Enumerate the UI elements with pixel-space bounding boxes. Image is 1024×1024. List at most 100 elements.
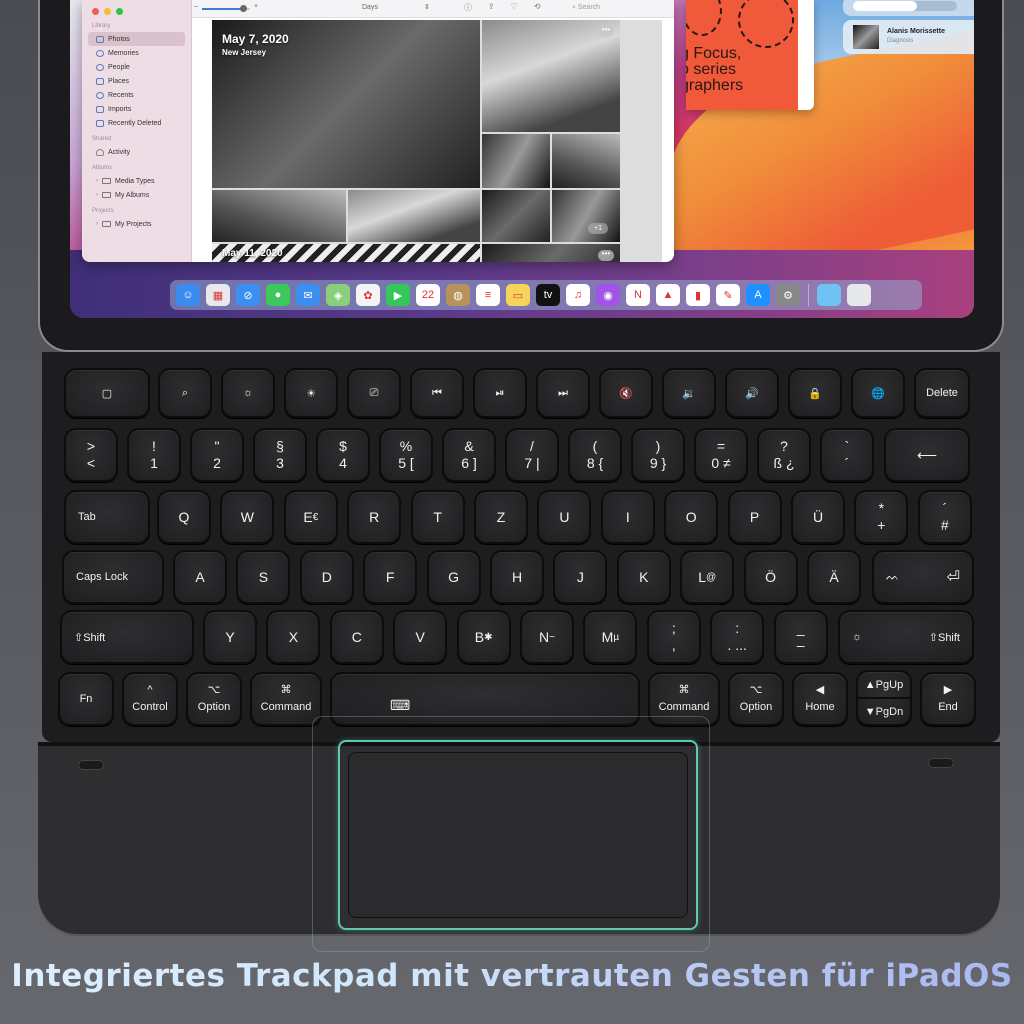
trash-dock-icon[interactable] — [847, 284, 871, 306]
key-num-13[interactable]: ⟵ — [884, 428, 970, 482]
extra-count-badge[interactable]: +1 — [588, 223, 608, 234]
downloads-folder-dock-icon[interactable] — [817, 284, 841, 306]
key-y-1[interactable]: Y — [203, 610, 257, 664]
trackpad[interactable] — [348, 752, 688, 918]
podcasts-dock-icon[interactable]: ◉ — [596, 284, 620, 306]
key-y-7[interactable]: Mµ — [583, 610, 638, 664]
key-home[interactable]: ◀ Home — [792, 672, 848, 726]
heart-icon[interactable]: ♡ — [511, 2, 518, 13]
calendar-dock-icon[interactable]: 22 — [416, 284, 440, 306]
news-dock-icon[interactable]: N — [626, 284, 650, 306]
key-q-9[interactable]: O — [664, 490, 719, 544]
key-screenshot[interactable]: ⎚ — [347, 368, 401, 418]
facetime-dock-icon[interactable]: ▶ — [386, 284, 410, 306]
photo-tile[interactable] — [348, 190, 480, 242]
key-num-12[interactable]: ` ´ — [820, 428, 874, 482]
key-control-left[interactable]: ^ Control — [122, 672, 178, 726]
key-num-2[interactable]: " 2 — [190, 428, 244, 482]
key-search[interactable]: ⌕ — [158, 368, 212, 418]
numbers-dock-icon[interactable]: ▮ — [686, 284, 710, 306]
key-y-3[interactable]: C — [329, 610, 384, 664]
key-num-5[interactable]: % 5 [ — [379, 428, 433, 482]
photo-tile[interactable]: May 11, 2020 New York — [212, 244, 480, 262]
key-y-6[interactable]: N ~ — [520, 610, 574, 664]
album-art[interactable] — [853, 25, 879, 49]
key-q-2[interactable]: W — [220, 490, 275, 544]
search-input[interactable]: ⌕ Search — [572, 4, 642, 15]
key-q-0[interactable]: Tab — [64, 490, 150, 544]
key-y-8[interactable]: ;, — [646, 610, 701, 664]
sidebar-item-activity[interactable]: Activity — [88, 145, 185, 159]
key-play-pause[interactable]: ⏯ — [473, 368, 527, 418]
key-a-11[interactable]: Ä — [807, 550, 861, 604]
rotate-icon[interactable]: ⟲ — [534, 2, 541, 13]
zoom-in-button[interactable]: + — [254, 3, 258, 10]
key-y-10[interactable]: _ – — [773, 610, 828, 664]
key-num-1[interactable]: ! 1 — [127, 428, 181, 482]
key-lock[interactable]: 🔒 — [788, 368, 842, 418]
key-pgup[interactable]: ▲PgUp — [858, 672, 910, 697]
close-button[interactable] — [92, 8, 99, 15]
key-pgup-pgdn[interactable]: ▲PgUp ▼PgDn — [856, 670, 912, 726]
key-command-left[interactable]: ⌘ Command — [250, 672, 322, 726]
key-a-7[interactable]: J — [553, 550, 608, 604]
key-y-9[interactable]: :. ... — [710, 610, 765, 664]
mail-dock-icon[interactable]: ✉ — [296, 284, 320, 306]
key-num-6[interactable]: & 6 ] — [442, 428, 496, 482]
volume-slider[interactable] — [843, 0, 974, 16]
photo-tile[interactable] — [482, 134, 550, 188]
key-q-13[interactable]: ´ # — [917, 490, 972, 544]
key-volume-down[interactable]: 🔉 — [662, 368, 716, 418]
chevron-right-icon[interactable]: › — [96, 178, 98, 184]
app-store-dock-icon[interactable]: A — [746, 284, 770, 306]
zoom-button[interactable] — [116, 8, 123, 15]
key-a-3[interactable]: D — [299, 550, 354, 604]
key-num-9[interactable]: ) 9 } — [631, 428, 685, 482]
key-q-4[interactable]: R — [347, 490, 402, 544]
key-pgdn[interactable]: ▼PgDn — [858, 697, 910, 724]
key-num-8[interactable]: (8 { — [568, 428, 622, 482]
sidebar-item-recents[interactable]: Recents — [88, 88, 185, 102]
maps-dock-icon[interactable]: ◈ — [326, 284, 350, 306]
finder-dock-icon[interactable]: ☺ — [176, 284, 200, 306]
notes-dock-icon[interactable]: ▭ — [506, 284, 530, 306]
photo-tile[interactable]: +1 — [552, 190, 620, 242]
key-option-right[interactable]: ⌥ Option — [728, 672, 784, 726]
safari-dock-icon[interactable]: ⊘ — [236, 284, 260, 306]
key-num-4[interactable]: $4 — [316, 428, 370, 482]
key-num-0[interactable]: > < — [64, 428, 118, 482]
key-y-5[interactable]: B ✱ — [456, 610, 511, 664]
key-y-11[interactable]: ☼ ⇧Shift — [838, 610, 974, 664]
sidebar-item-recently-deleted[interactable]: Recently Deleted — [88, 116, 185, 130]
key-a-4[interactable]: F — [363, 550, 418, 604]
key-end[interactable]: ▶ End — [920, 672, 976, 726]
launchpad-dock-icon[interactable]: ▦ — [206, 284, 230, 306]
key-a-12[interactable]: ᨓ ⏎ — [872, 550, 974, 604]
sidebar-item-media-types[interactable]: › Media Types — [88, 174, 185, 188]
reminders-dock-icon[interactable]: ≡ — [476, 284, 500, 306]
key-num-7[interactable]: /7 | — [505, 428, 559, 482]
key-fn[interactable]: Fn — [58, 672, 114, 726]
key-q-5[interactable]: T — [410, 490, 465, 544]
zoom-slider-knob[interactable] — [239, 5, 247, 12]
key-q-3[interactable]: E € — [283, 490, 338, 544]
sidebar-item-my-projects[interactable]: › My Projects — [88, 217, 185, 231]
key-num-11[interactable]: ? ß ¿ — [757, 428, 811, 482]
sidebar-item-imports[interactable]: Imports — [88, 102, 185, 116]
key-next-track[interactable]: ⏭ — [536, 368, 590, 418]
minimize-button[interactable] — [104, 8, 111, 15]
music-dock-icon[interactable]: ♫ — [566, 284, 590, 306]
more-button[interactable]: ••• — [598, 250, 614, 261]
key-y-0[interactable]: ⇧Shift — [60, 610, 194, 664]
key-a-1[interactable]: A — [173, 550, 227, 604]
sidebar-item-people[interactable]: People — [88, 60, 185, 74]
key-a-0[interactable]: Caps Lock — [62, 550, 164, 604]
zoom-slider[interactable] — [202, 5, 250, 12]
photos-dock-icon[interactable]: ✿ — [356, 284, 380, 306]
share-icon[interactable]: ⇪ — [488, 2, 495, 13]
key-home[interactable]: ▢ — [64, 368, 150, 418]
key-globe[interactable]: 🌐 — [851, 368, 905, 418]
key-q-8[interactable]: I — [600, 490, 655, 544]
key-q-7[interactable]: U — [537, 490, 592, 544]
photo-tile[interactable] — [212, 190, 346, 242]
